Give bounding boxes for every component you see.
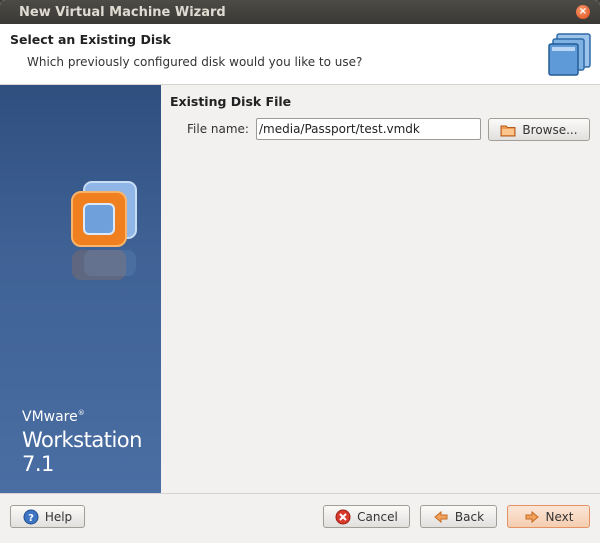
back-button[interactable]: Back	[420, 505, 497, 528]
next-arrow-icon	[525, 510, 539, 523]
title-bar[interactable]: New Virtual Machine Wizard ×	[0, 0, 600, 24]
page-subtitle: Which previously configured disk would y…	[27, 55, 363, 69]
back-arrow-icon	[434, 510, 448, 523]
wizard-header: Select an Existing Disk Which previously…	[0, 24, 600, 85]
back-label: Back	[454, 509, 485, 524]
next-label: Next	[545, 509, 574, 524]
window-title: New Virtual Machine Wizard	[19, 5, 226, 20]
brand-product: Workstation 7.1	[22, 428, 142, 476]
browse-button[interactable]: Browse...	[488, 118, 590, 141]
help-button[interactable]: ? Help	[10, 505, 85, 528]
help-label: Help	[44, 509, 73, 524]
next-button[interactable]: Next	[507, 505, 590, 528]
wizard-window: New Virtual Machine Wizard × Select an E…	[0, 0, 600, 543]
cancel-button[interactable]: Cancel	[323, 505, 410, 528]
browse-label: Browse...	[522, 122, 578, 137]
help-icon: ?	[23, 509, 39, 524]
folder-icon	[500, 125, 516, 136]
wizard-content: Existing Disk File File name: Browse...	[161, 85, 600, 493]
file-name-label: File name:	[187, 122, 249, 136]
file-name-input[interactable]	[256, 118, 481, 140]
svg-text:?: ?	[28, 513, 34, 524]
section-title: Existing Disk File	[170, 94, 292, 109]
page-title: Select an Existing Disk	[10, 32, 171, 47]
wizard-sidebar: VMware® Workstation 7.1	[0, 85, 161, 493]
brand-vmware: VMware®	[22, 409, 85, 425]
close-icon[interactable]: ×	[576, 5, 590, 19]
wizard-footer: ? Help Cancel Back Next	[0, 493, 600, 543]
disk-stack-icon	[548, 33, 591, 76]
cancel-label: Cancel	[357, 509, 398, 524]
cancel-icon	[335, 509, 351, 524]
vmware-logo-icon	[71, 181, 137, 280]
